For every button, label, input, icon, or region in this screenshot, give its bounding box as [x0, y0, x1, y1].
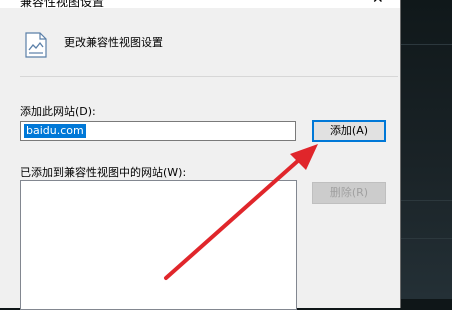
red-arrow-annotation: [164, 144, 318, 280]
